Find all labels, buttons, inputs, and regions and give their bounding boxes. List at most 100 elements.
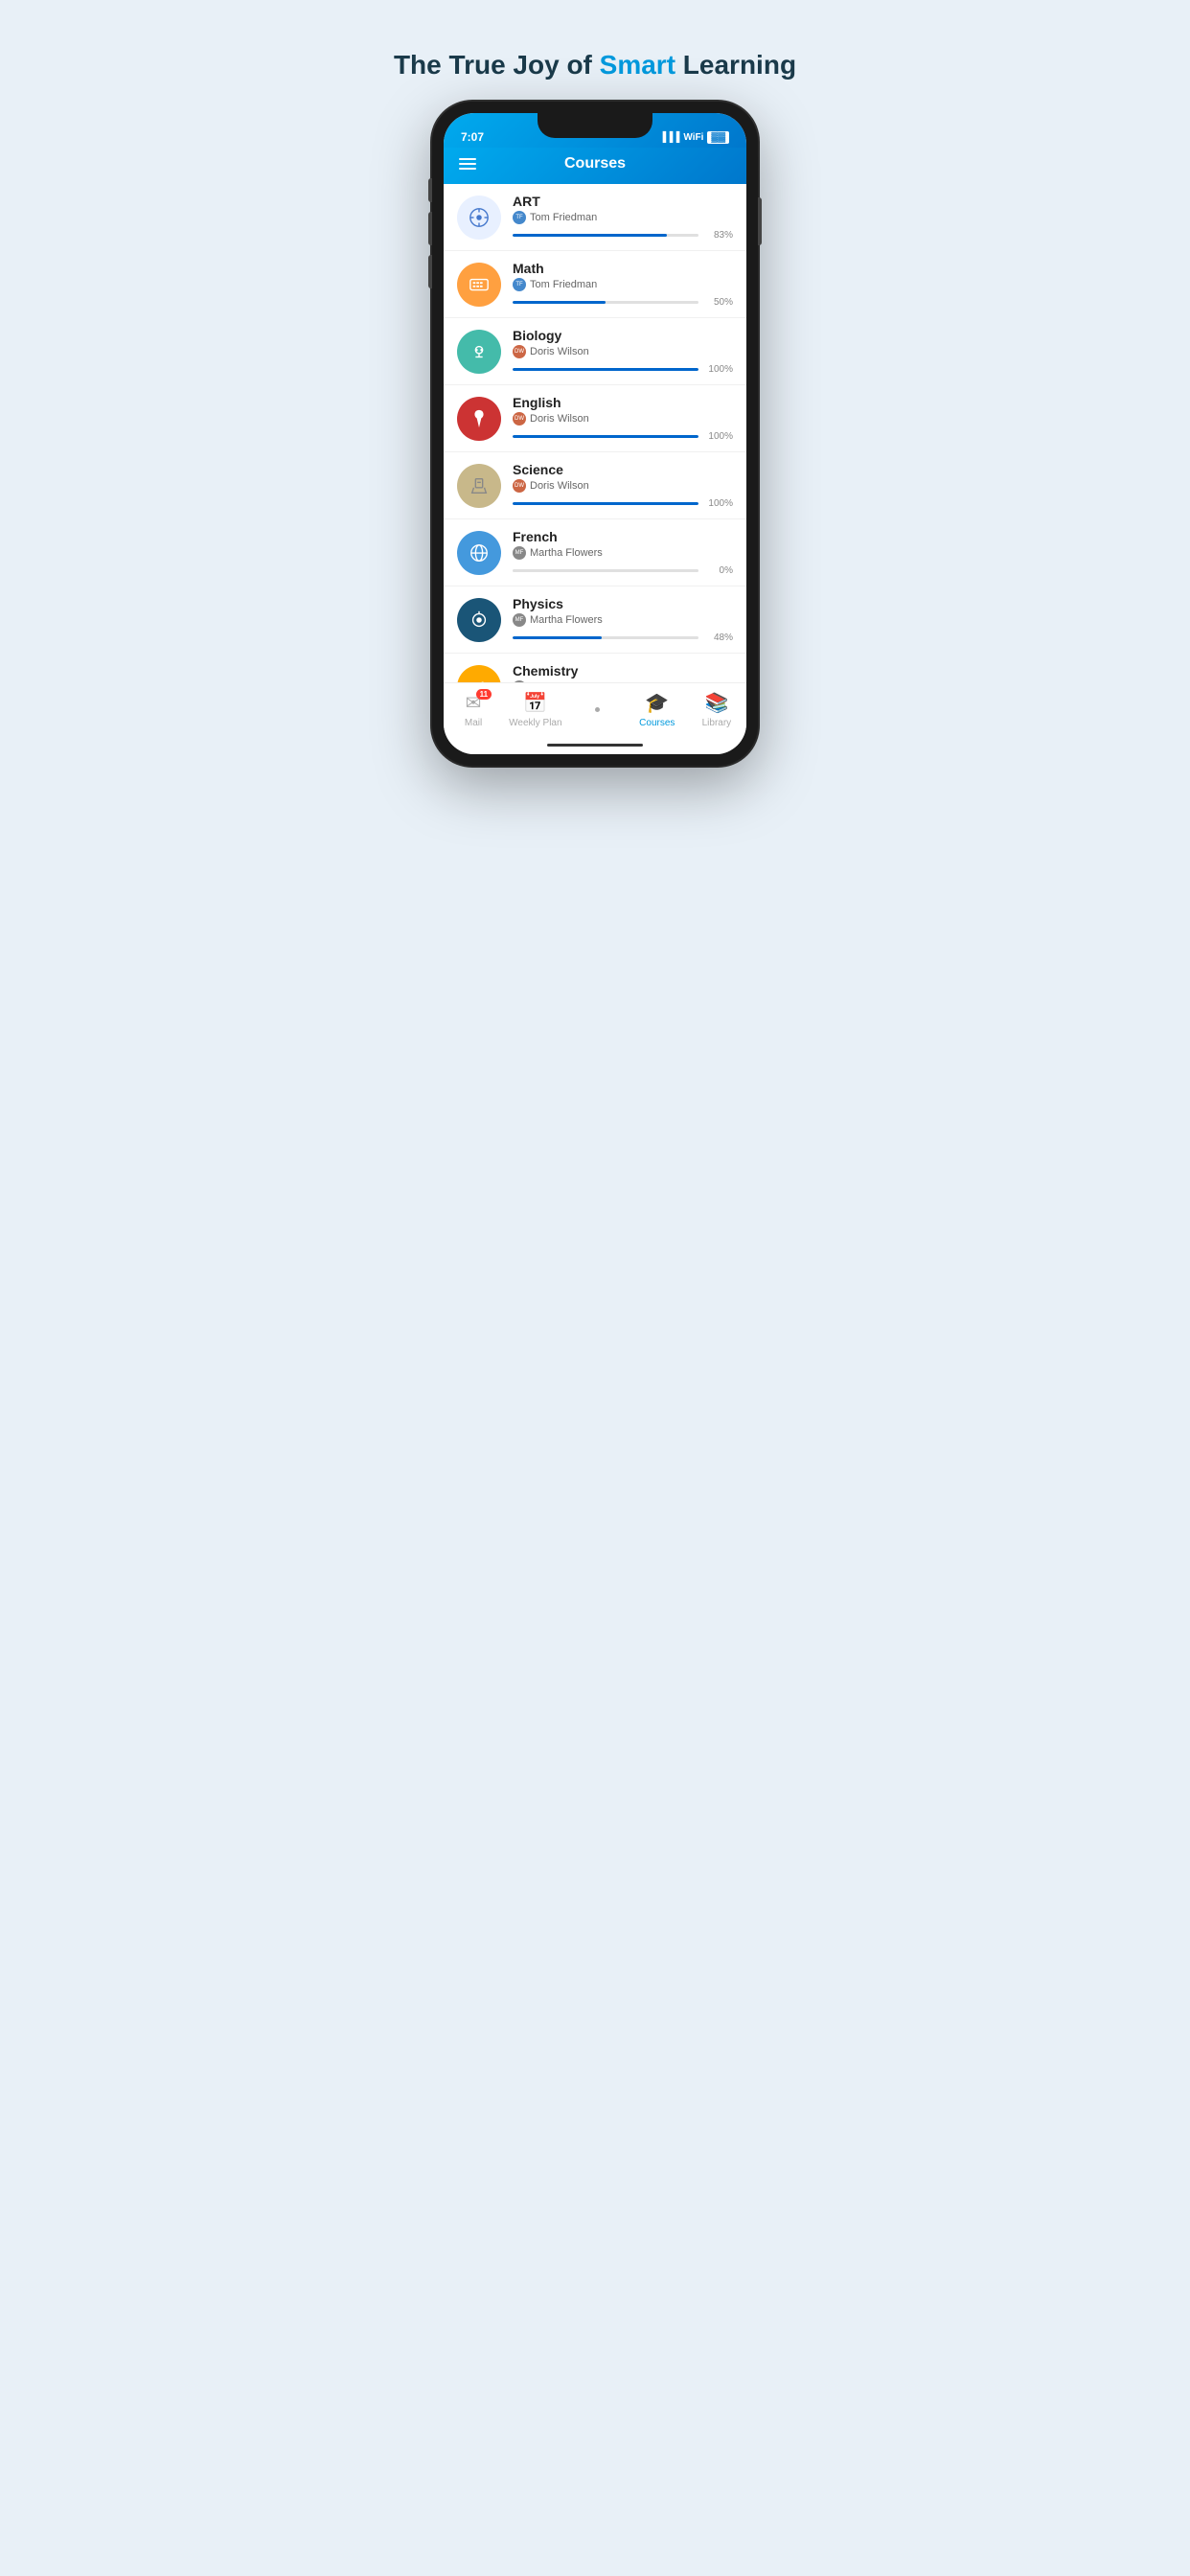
course-teacher-physics-martha: MF Martha Flowers bbox=[513, 613, 733, 627]
status-icons: ▐▐▐ WiFi ▓▓ bbox=[659, 131, 729, 144]
app-header: Courses bbox=[444, 148, 746, 184]
mail-badge: 11 bbox=[476, 689, 492, 700]
course-info-math: Math TF Tom Friedman 50% bbox=[513, 261, 733, 308]
battery-icon: ▓▓ bbox=[707, 131, 729, 144]
teacher-name-french: Martha Flowers bbox=[530, 547, 603, 559]
phone-notch bbox=[538, 113, 652, 138]
progress-bar-bg-biology bbox=[513, 368, 698, 371]
teacher-name-biology: Doris Wilson bbox=[530, 346, 589, 357]
course-item-biology[interactable]: Biology DW Doris Wilson 100% bbox=[444, 318, 746, 385]
course-name-art: ART bbox=[513, 194, 733, 209]
progress-bar-bg-science bbox=[513, 502, 698, 505]
teacher-avatar-chemistry: MF bbox=[513, 680, 526, 682]
progress-bar-fill-science bbox=[513, 502, 698, 505]
course-info-physics-martha: Physics MF Martha Flowers 48% bbox=[513, 596, 733, 643]
course-icon-math bbox=[457, 263, 501, 307]
progress-row-physics-martha: 48% bbox=[513, 632, 733, 643]
course-icon-art bbox=[457, 196, 501, 240]
progress-bar-bg-physics-martha bbox=[513, 636, 698, 639]
teacher-name-art: Tom Friedman bbox=[530, 212, 597, 223]
course-item-english[interactable]: English DW Doris Wilson 100% bbox=[444, 385, 746, 452]
headline-text2: Learning bbox=[675, 50, 796, 80]
progress-bar-fill-art bbox=[513, 234, 667, 237]
course-name-biology: Biology bbox=[513, 328, 733, 343]
progress-bar-bg-english bbox=[513, 435, 698, 438]
nav-library[interactable]: 📚 Library bbox=[693, 691, 741, 728]
progress-row-biology: 100% bbox=[513, 364, 733, 375]
progress-bar-fill-english bbox=[513, 435, 698, 438]
course-info-french: French MF Martha Flowers 0% bbox=[513, 529, 733, 576]
course-teacher-art: TF Tom Friedman bbox=[513, 211, 733, 224]
course-info-chemistry: Chemistry MF Martha Flowers 100% bbox=[513, 663, 733, 682]
teacher-name-math: Tom Friedman bbox=[530, 279, 597, 290]
teacher-avatar-math: TF bbox=[513, 278, 526, 291]
teacher-avatar-english: DW bbox=[513, 412, 526, 426]
signal-icon: ▐▐▐ bbox=[659, 132, 679, 143]
home-bar-line bbox=[547, 744, 643, 747]
progress-bar-fill-biology bbox=[513, 368, 698, 371]
course-icon-physics-martha bbox=[457, 598, 501, 642]
progress-bar-bg-french bbox=[513, 569, 698, 572]
course-name-french: French bbox=[513, 529, 733, 544]
course-name-physics-martha: Physics bbox=[513, 596, 733, 611]
phone-power-button bbox=[758, 197, 762, 245]
phone-mute-button bbox=[428, 178, 432, 202]
course-item-art[interactable]: ART TF Tom Friedman 83% bbox=[444, 184, 746, 251]
course-name-math: Math bbox=[513, 261, 733, 276]
teacher-avatar-biology: DW bbox=[513, 345, 526, 358]
course-teacher-english: DW Doris Wilson bbox=[513, 412, 733, 426]
teacher-avatar-art: TF bbox=[513, 211, 526, 224]
progress-bar-fill-math bbox=[513, 301, 606, 304]
course-icon-french bbox=[457, 531, 501, 575]
phone-volume-down-button bbox=[428, 255, 432, 288]
nav-library-label: Library bbox=[702, 718, 732, 728]
page-wrapper: The True Joy of Smart Learning 7:07 ▐▐▐ … bbox=[365, 19, 825, 766]
nav-courses[interactable]: 🎓 Courses bbox=[633, 691, 681, 728]
phone-screen: 7:07 ▐▐▐ WiFi ▓▓ Courses bbox=[444, 113, 746, 754]
progress-row-math: 50% bbox=[513, 297, 733, 308]
phone-volume-up-button bbox=[428, 212, 432, 245]
course-item-math[interactable]: Math TF Tom Friedman 50% bbox=[444, 251, 746, 318]
nav-courses-label: Courses bbox=[639, 718, 675, 728]
course-name-science: Science bbox=[513, 462, 733, 477]
nav-home[interactable] bbox=[574, 707, 622, 712]
wifi-icon: WiFi bbox=[683, 132, 703, 143]
progress-row-english: 100% bbox=[513, 431, 733, 442]
nav-weekly-plan-label: Weekly Plan bbox=[509, 718, 561, 728]
course-info-english: English DW Doris Wilson 100% bbox=[513, 395, 733, 442]
progress-pct-math: 50% bbox=[704, 297, 733, 308]
course-icon-chemistry bbox=[457, 665, 501, 683]
teacher-name-science: Doris Wilson bbox=[530, 480, 589, 492]
progress-bar-bg-art bbox=[513, 234, 698, 237]
nav-mail[interactable]: ✉ 11 Mail bbox=[449, 691, 497, 728]
course-item-physics-martha[interactable]: Physics MF Martha Flowers 48% bbox=[444, 586, 746, 654]
teacher-avatar-physics-martha: MF bbox=[513, 613, 526, 627]
teacher-avatar-french: MF bbox=[513, 546, 526, 560]
nav-weekly-plan[interactable]: 📅 Weekly Plan bbox=[509, 691, 561, 728]
status-time: 7:07 bbox=[461, 130, 484, 144]
menu-button[interactable] bbox=[459, 158, 476, 170]
course-item-chemistry[interactable]: Chemistry MF Martha Flowers 100% bbox=[444, 654, 746, 682]
progress-row-science: 100% bbox=[513, 498, 733, 509]
progress-bar-bg-math bbox=[513, 301, 698, 304]
course-name-english: English bbox=[513, 395, 733, 410]
headline-text1: The True Joy of bbox=[394, 50, 600, 80]
course-info-biology: Biology DW Doris Wilson 100% bbox=[513, 328, 733, 375]
course-item-science[interactable]: Science DW Doris Wilson 100% bbox=[444, 452, 746, 519]
courses-list: ART TF Tom Friedman 83% Math T bbox=[444, 184, 746, 682]
home-bar bbox=[444, 738, 746, 754]
progress-row-french: 0% bbox=[513, 565, 733, 576]
course-info-art: ART TF Tom Friedman 83% bbox=[513, 194, 733, 241]
progress-row-art: 83% bbox=[513, 230, 733, 241]
course-item-french[interactable]: French MF Martha Flowers 0% bbox=[444, 519, 746, 586]
graduation-icon: 🎓 bbox=[645, 691, 669, 715]
course-teacher-french: MF Martha Flowers bbox=[513, 546, 733, 560]
course-icon-science bbox=[457, 464, 501, 508]
home-dot-icon bbox=[595, 707, 600, 712]
course-info-science: Science DW Doris Wilson 100% bbox=[513, 462, 733, 509]
course-name-chemistry: Chemistry bbox=[513, 663, 733, 678]
progress-pct-biology: 100% bbox=[704, 364, 733, 375]
app-title: Courses bbox=[564, 155, 626, 172]
teacher-avatar-science: DW bbox=[513, 479, 526, 493]
phone-frame: 7:07 ▐▐▐ WiFi ▓▓ Courses bbox=[432, 102, 758, 766]
